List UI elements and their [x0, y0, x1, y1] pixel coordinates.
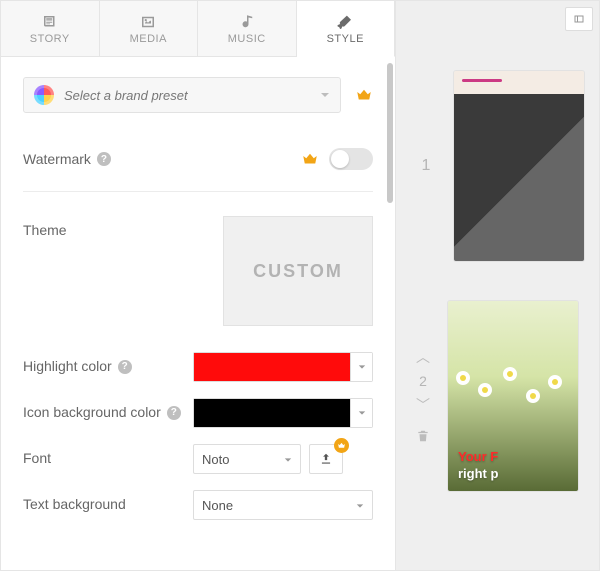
chevron-down-icon [350, 353, 372, 381]
crown-icon [301, 150, 319, 168]
text-bg-value: None [202, 498, 233, 513]
text-bg-label: Text background [23, 495, 126, 515]
color-swatch [194, 399, 350, 427]
crown-icon [355, 86, 373, 104]
text-bg-select[interactable]: None [193, 490, 373, 520]
font-value: Noto [202, 452, 229, 467]
panel-icon [572, 13, 586, 25]
decoration [448, 361, 578, 421]
style-panel: STORY MEDIA MUSIC STYLE Selec [1, 1, 396, 570]
slide-number: 1 [416, 157, 436, 175]
slide-number: 2 [419, 373, 427, 389]
panel-scrollbar[interactable] [387, 63, 393, 203]
tab-story[interactable]: STORY [1, 1, 100, 56]
upload-icon [319, 452, 333, 466]
theme-label: Theme [23, 216, 223, 238]
delete-slide-button[interactable] [416, 429, 430, 446]
music-note-icon [237, 13, 257, 31]
tab-style[interactable]: STYLE [297, 1, 396, 57]
watermark-label: Watermark [23, 151, 91, 167]
tab-label: STORY [30, 33, 70, 45]
move-up-button[interactable]: ︿ [416, 347, 430, 367]
slide-reorder-controls: ︿ 2 ﹀ [416, 347, 430, 446]
watermark-toggle[interactable] [329, 148, 373, 170]
brush-icon [335, 13, 355, 31]
brand-preset-placeholder: Select a brand preset [64, 88, 188, 103]
help-icon[interactable]: ? [167, 406, 181, 420]
help-icon[interactable]: ? [97, 152, 111, 166]
tab-label: MUSIC [228, 33, 266, 45]
font-label: Font [23, 449, 51, 469]
image-icon [138, 13, 158, 31]
divider [23, 191, 373, 192]
stage-collapse-button[interactable] [565, 7, 593, 31]
icon-bg-color-picker[interactable] [193, 398, 373, 428]
slide-thumb-2[interactable]: Your F right p [448, 301, 578, 491]
theme-value: CUSTOM [253, 261, 343, 282]
editor-tabs: STORY MEDIA MUSIC STYLE [1, 1, 395, 57]
slide-text-line: right p [458, 466, 568, 481]
chevron-down-icon [356, 498, 364, 513]
icon-bg-color-label: Icon background color [23, 403, 161, 423]
font-select[interactable]: Noto [193, 444, 301, 474]
highlight-color-label: Highlight color [23, 357, 112, 377]
newspaper-icon [40, 13, 60, 31]
slide-thumb-1[interactable] [454, 71, 584, 261]
tab-music[interactable]: MUSIC [198, 1, 297, 56]
tab-label: MEDIA [130, 33, 167, 45]
chevron-down-icon [350, 399, 372, 427]
tab-label: STYLE [327, 33, 364, 45]
premium-badge-icon [334, 438, 349, 453]
move-down-button[interactable]: ﹀ [416, 395, 430, 415]
chevron-down-icon [320, 90, 330, 100]
tab-media[interactable]: MEDIA [100, 1, 199, 56]
preview-stage: 1 ︿ 2 ﹀ [396, 1, 599, 570]
slide-text-line: Your F [458, 449, 568, 464]
color-swatch [194, 353, 350, 381]
upload-font-button[interactable] [309, 444, 343, 474]
palette-icon [34, 85, 54, 105]
chevron-down-icon [284, 452, 292, 467]
brand-preset-select[interactable]: Select a brand preset [23, 77, 341, 113]
highlight-color-picker[interactable] [193, 352, 373, 382]
trash-icon [416, 429, 430, 443]
theme-preview[interactable]: CUSTOM [223, 216, 373, 326]
help-icon[interactable]: ? [118, 360, 132, 374]
